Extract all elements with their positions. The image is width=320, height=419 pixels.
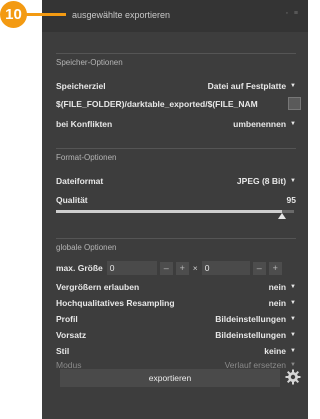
file-format-dropdown[interactable]: Dateiformat JPEG (8 Bit) ▼ <box>56 174 296 188</box>
height-decrement-button[interactable]: – <box>252 261 266 275</box>
section-title-storage: Speicher-Optionen <box>56 58 123 67</box>
folder-browse-button[interactable] <box>288 97 301 110</box>
times-symbol: × <box>192 263 198 273</box>
profile-value: Bildeinstellungen <box>215 314 287 324</box>
storage-target-value: Datei auf Festplatte <box>207 81 287 91</box>
hq-resampling-value: nein <box>268 298 287 308</box>
section-title-format: Format-Optionen <box>56 153 117 162</box>
section-divider <box>56 238 296 239</box>
chevron-down-icon: ▼ <box>290 348 296 354</box>
module-header-icons[interactable]: ◦ ≡ <box>285 10 300 17</box>
chevron-down-icon: ▼ <box>290 316 296 322</box>
max-size-row: max. Größe 0 – + × 0 – + <box>56 260 298 276</box>
section-title-global: globale Optionen <box>56 243 117 252</box>
module-header[interactable]: ausgewählte exportieren ◦ ≡ <box>42 0 308 32</box>
chevron-down-icon: ▼ <box>290 83 296 89</box>
quality-slider[interactable] <box>56 210 294 213</box>
storage-target-dropdown[interactable]: Speicherziel Datei auf Festplatte ▼ <box>56 79 296 93</box>
chevron-down-icon: ▼ <box>290 284 296 290</box>
height-input[interactable]: 0 <box>201 261 250 275</box>
width-input[interactable]: 0 <box>106 261 157 275</box>
callout-number-badge: 10 <box>0 1 27 28</box>
width-increment-button[interactable]: + <box>175 261 189 275</box>
upscale-label: Vergrößern erlauben <box>56 282 140 292</box>
file-format-label: Dateiformat <box>56 176 104 186</box>
profile-dropdown[interactable]: Profil Bildeinstellungen ▼ <box>56 312 296 326</box>
export-button[interactable]: exportieren <box>60 369 280 387</box>
export-module-panel: ausgewählte exportieren ◦ ≡ Speicher-Opt… <box>42 0 308 419</box>
conflict-value: umbenennen <box>233 119 287 129</box>
style-value: keine <box>264 346 287 356</box>
chevron-down-icon: ▼ <box>290 300 296 306</box>
intent-value: Bildeinstellungen <box>215 330 287 340</box>
quality-slider-fill <box>56 210 283 213</box>
chevron-down-icon: ▼ <box>290 332 296 338</box>
style-dropdown[interactable]: Stil keine ▼ <box>56 344 296 358</box>
chevron-down-icon: ▼ <box>290 362 296 368</box>
export-path-input[interactable]: $(FILE_FOLDER)/darktable_exported/$(FILE… <box>56 97 282 111</box>
quality-value: 95 <box>286 195 296 205</box>
storage-target-label: Speicherziel <box>56 81 106 91</box>
max-size-label: max. Größe <box>56 263 103 273</box>
quality-slider-labels: Qualität 95 <box>56 193 296 207</box>
upscale-value: nein <box>268 282 287 292</box>
intent-dropdown[interactable]: Vorsatz Bildeinstellungen ▼ <box>56 328 296 342</box>
section-divider <box>56 148 296 149</box>
quality-slider-handle[interactable] <box>278 213 287 219</box>
style-label: Stil <box>56 346 70 356</box>
hq-resampling-label: Hochqualitatives Resampling <box>56 298 175 308</box>
module-title: ausgewählte exportieren <box>72 10 171 20</box>
section-divider <box>56 53 296 54</box>
gear-icon[interactable] <box>285 369 301 385</box>
quality-label: Qualität <box>56 195 88 205</box>
conflict-dropdown[interactable]: bei Konflikten umbenennen ▼ <box>56 117 296 131</box>
intent-label: Vorsatz <box>56 330 87 340</box>
chevron-down-icon: ▼ <box>290 178 296 184</box>
height-increment-button[interactable]: + <box>268 261 282 275</box>
file-format-value: JPEG (8 Bit) <box>236 176 287 186</box>
hq-resampling-dropdown[interactable]: Hochqualitatives Resampling nein ▼ <box>56 296 296 310</box>
profile-label: Profil <box>56 314 78 324</box>
callout-pointer-line <box>26 13 66 16</box>
width-decrement-button[interactable]: – <box>159 261 173 275</box>
conflict-label: bei Konflikten <box>56 119 113 129</box>
upscale-dropdown[interactable]: Vergrößern erlauben nein ▼ <box>56 280 296 294</box>
chevron-down-icon: ▼ <box>290 121 296 127</box>
